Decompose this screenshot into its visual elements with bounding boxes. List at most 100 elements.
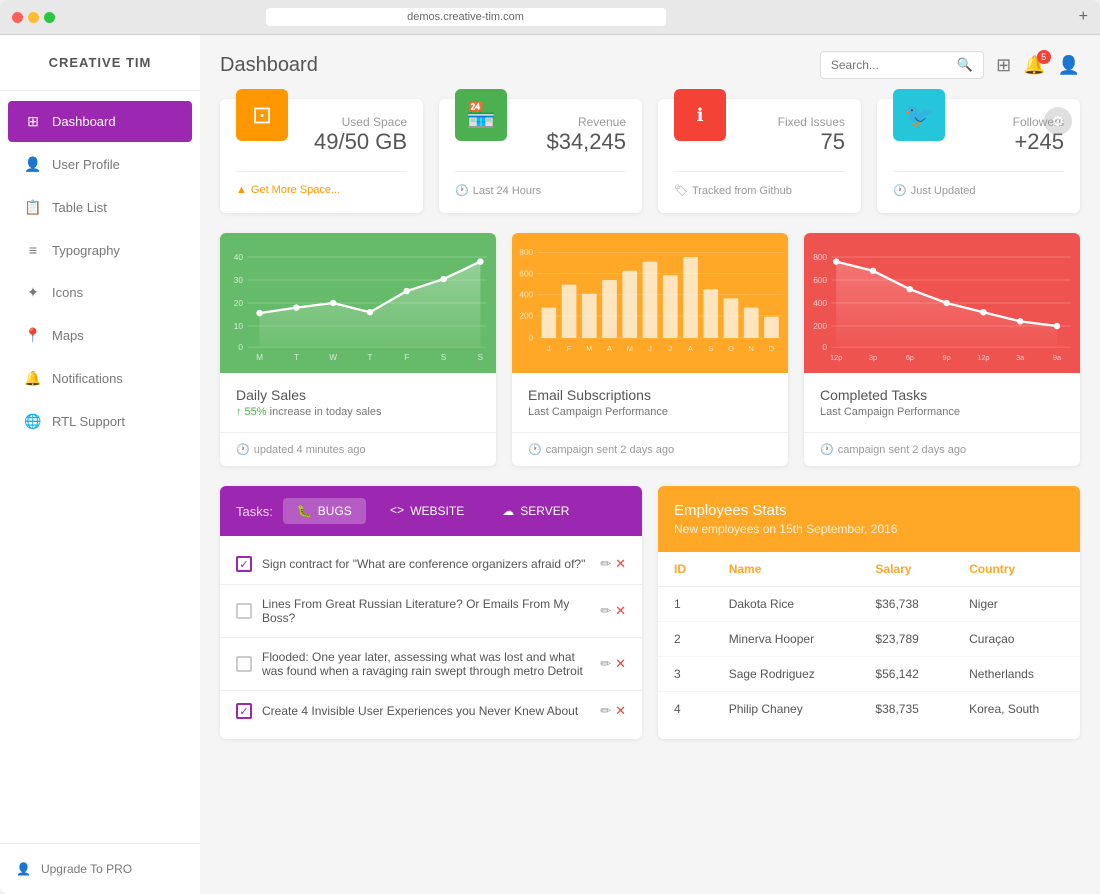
task-checkbox-2[interactable] (236, 603, 252, 619)
task-checkbox-3[interactable] (236, 656, 252, 672)
task-text-3: Flooded: One year later, assessing what … (262, 650, 590, 678)
sidebar-item-user-profile[interactable]: 👤 User Profile (8, 144, 192, 185)
stat-footer-revenue: 🕐 Last 24 Hours (455, 171, 626, 197)
task-delete-button[interactable]: ✕ (615, 703, 626, 719)
completed-tasks-subtitle: Last Campaign Performance (820, 406, 1064, 418)
sidebar-item-typography[interactable]: ≡ Typography (8, 230, 192, 270)
sidebar-item-label: Notifications (52, 371, 123, 386)
search-box[interactable]: 🔍 (820, 51, 984, 79)
close-button[interactable] (12, 12, 23, 23)
main-content: Dashboard 🔍 ⊞ 🔔 5 👤 ⊡ Used Space 49/50 G… (200, 35, 1100, 894)
employee-name: Philip Chaney (713, 692, 860, 727)
svg-text:A: A (607, 344, 612, 353)
settings-button[interactable]: ⚙ (1044, 107, 1072, 135)
sidebar-item-label: Icons (52, 285, 83, 300)
minimize-button[interactable] (28, 12, 39, 23)
employees-table: ID Name Salary Country 1 Dakota Rice $36… (658, 552, 1080, 726)
task-edit-button[interactable]: ✏ (600, 656, 611, 672)
svg-text:30: 30 (234, 276, 244, 285)
stat-footer-text: Just Updated (911, 185, 976, 197)
clock-icon: 🕐 (820, 443, 834, 456)
sidebar-item-label: Typography (52, 243, 120, 258)
employee-name: Sage Rodriguez (713, 657, 860, 692)
task-edit-button[interactable]: ✏ (600, 703, 611, 719)
task-edit-button[interactable]: ✏ (600, 603, 611, 619)
table-row: 2 Minerva Hooper $23,789 Curaçao (658, 622, 1080, 657)
svg-text:S: S (441, 353, 447, 362)
fullscreen-button[interactable] (44, 12, 55, 23)
daily-sales-chart: 40 30 20 10 0 (220, 233, 496, 373)
notifications-icon[interactable]: 🔔 5 (1023, 55, 1045, 76)
employee-id: 1 (658, 587, 713, 622)
search-input[interactable] (831, 58, 951, 72)
sidebar-item-dashboard[interactable]: ⊞ Dashboard (8, 101, 192, 142)
tab-website[interactable]: <> WEBSITE (376, 498, 478, 524)
dashboard-icon: ⊞ (24, 113, 42, 130)
task-item: Create 4 Invisible User Experiences you … (220, 691, 642, 731)
employee-id: 3 (658, 657, 713, 692)
svg-text:9p: 9p (943, 353, 951, 362)
browser-chrome: demos.creative-tim.com + (0, 0, 1100, 35)
task-delete-button[interactable]: ✕ (615, 656, 626, 672)
completed-tasks-chart: 800 600 400 200 0 (804, 233, 1080, 373)
col-name: Name (713, 552, 860, 587)
task-checkbox-4[interactable] (236, 703, 252, 719)
svg-text:S: S (708, 344, 713, 353)
sidebar-item-rtl-support[interactable]: 🌐 RTL Support (8, 401, 192, 442)
task-delete-button[interactable]: ✕ (615, 603, 626, 619)
grid-icon[interactable]: ⊞ (996, 55, 1011, 76)
sidebar: CREATIVE TIM ⊞ Dashboard 👤 User Profile … (0, 35, 200, 894)
clock-icon: 🕐 (528, 443, 542, 456)
employees-card: Employees Stats New employees on 15th Se… (658, 486, 1080, 739)
tag-icon: 🏷 (674, 184, 688, 197)
icons-icon: ✦ (24, 284, 42, 301)
col-salary: Salary (859, 552, 953, 587)
employee-country: Curaçao (953, 622, 1080, 657)
sidebar-item-table-list[interactable]: 📋 Table List (8, 187, 192, 228)
daily-sales-title: Daily Sales (236, 387, 480, 403)
svg-text:T: T (294, 353, 299, 362)
tab-bugs[interactable]: 🐛 BUGS (283, 498, 366, 524)
line-chart-svg: 40 30 20 10 0 (220, 233, 496, 373)
svg-text:20: 20 (234, 299, 244, 308)
employee-name: Dakota Rice (713, 587, 860, 622)
user-profile-icon[interactable]: 👤 (1058, 55, 1080, 76)
task-text-1: Sign contract for "What are conference o… (262, 557, 590, 571)
daily-sales-footer: 🕐 updated 4 minutes ago (220, 432, 496, 466)
svg-text:200: 200 (519, 312, 533, 321)
employee-name: Minerva Hooper (713, 622, 860, 657)
sidebar-item-icons[interactable]: ✦ Icons (8, 272, 192, 313)
employees-header: Employees Stats New employees on 15th Se… (658, 486, 1080, 552)
daily-sales-subtitle: ↑ 55% increase in today sales (236, 406, 480, 418)
task-checkbox-1[interactable] (236, 556, 252, 572)
warning-icon: ▲ (236, 184, 247, 196)
twitter-icon: 🐦 (893, 89, 945, 141)
upgrade-pro-button[interactable]: 👤 Upgrade To PRO (16, 856, 184, 882)
task-actions-3: ✏ ✕ (600, 656, 626, 672)
sidebar-item-notifications[interactable]: 🔔 Notifications (8, 358, 192, 399)
svg-text:10: 10 (234, 322, 244, 331)
svg-text:0: 0 (238, 343, 243, 352)
email-subscriptions-footer: 🕐 campaign sent 2 days ago (512, 432, 788, 466)
stat-footer-text[interactable]: Get More Space... (251, 184, 340, 196)
employee-salary: $36,738 (859, 587, 953, 622)
new-tab-button[interactable]: + (1079, 8, 1088, 26)
svg-text:600: 600 (519, 269, 533, 278)
stat-footer-text: Last 24 Hours (473, 185, 541, 197)
task-delete-button[interactable]: ✕ (615, 556, 626, 572)
table-row: 4 Philip Chaney $38,735 Korea, South (658, 692, 1080, 727)
stat-card-used-space: ⊡ Used Space 49/50 GB ▲ Get More Space..… (220, 99, 423, 213)
completed-tasks-title: Completed Tasks (820, 387, 1064, 403)
svg-text:F: F (567, 344, 572, 353)
sidebar-item-maps[interactable]: 📍 Maps (8, 315, 192, 356)
stat-card-followers: 🐦 ⚙ Followers +245 🕐 Just Updated (877, 99, 1080, 213)
line-chart-red-svg: 800 600 400 200 0 (804, 233, 1080, 373)
task-edit-button[interactable]: ✏ (600, 556, 611, 572)
chart-card-completed-tasks: 800 600 400 200 0 (804, 233, 1080, 466)
table-row: 1 Dakota Rice $36,738 Niger (658, 587, 1080, 622)
address-bar[interactable]: demos.creative-tim.com (266, 8, 666, 26)
sidebar-item-label: Maps (52, 328, 84, 343)
tab-server[interactable]: ☁ SERVER (488, 498, 583, 524)
task-actions-2: ✏ ✕ (600, 603, 626, 619)
stat-card-revenue: 🏪 Revenue $34,245 🕐 Last 24 Hours (439, 99, 642, 213)
